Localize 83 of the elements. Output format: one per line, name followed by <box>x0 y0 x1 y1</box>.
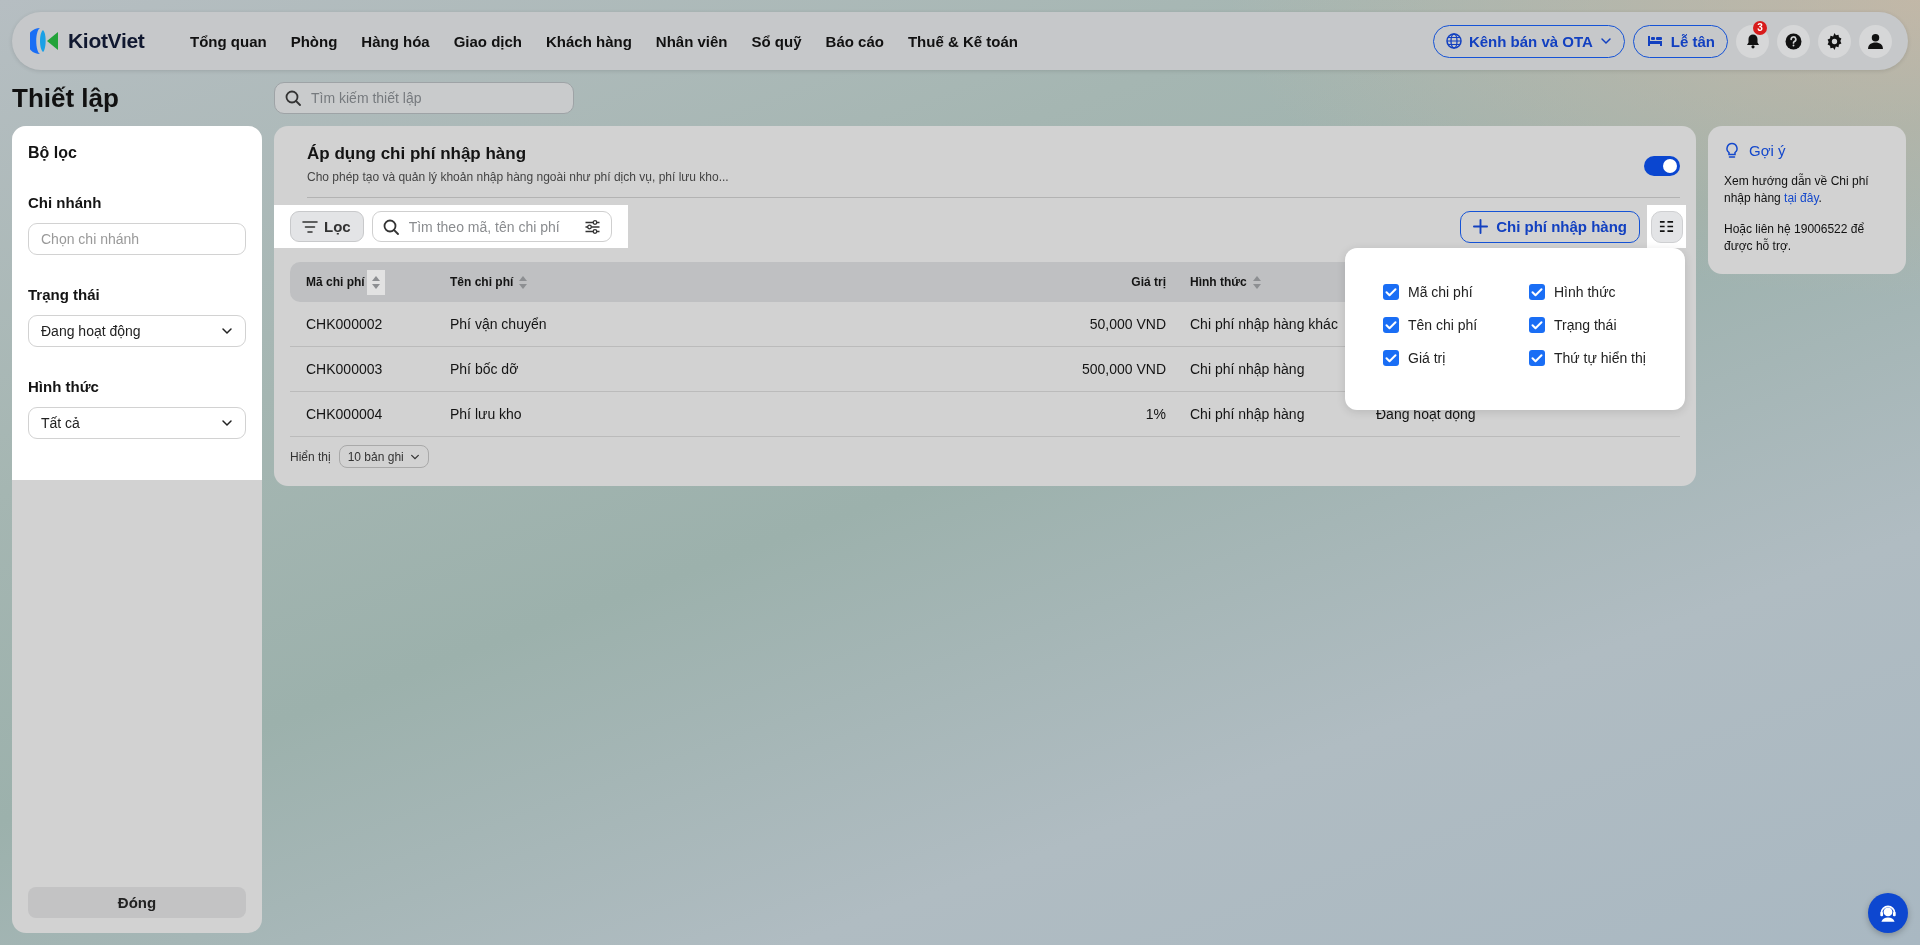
setting-title: Áp dụng chi phí nhập hàng <box>307 144 528 164</box>
search-icon <box>382 218 399 235</box>
add-cost-button[interactable]: Chi phí nhập hàng <box>1460 210 1640 243</box>
table-cell-text: CHK000003 <box>306 361 384 377</box>
table-cell-text: 500,000 VND <box>1080 361 1166 377</box>
logo-text: KiotViet <box>68 29 145 53</box>
table-cell-text: Phí bốc dỡ <box>450 361 520 377</box>
help-icon <box>1785 32 1802 50</box>
column-option[interactable]: Giá trị <box>1383 350 1529 366</box>
column-header[interactable]: Mã chi phí <box>306 275 365 289</box>
search-field[interactable]: Tìm theo mã, tên chi phí <box>371 211 612 242</box>
table-cell-text: 50,000 VND <box>1088 316 1166 332</box>
account-button[interactable] <box>1859 24 1892 58</box>
nav-link[interactable]: Sổ quỹ <box>739 32 814 50</box>
sliders-icon <box>583 218 601 235</box>
table-cell-text: Chi phí nhập hàng <box>1189 406 1306 422</box>
help-button[interactable] <box>1777 24 1810 58</box>
chevron-down-icon <box>1599 35 1612 47</box>
logo-icon <box>30 26 60 56</box>
checkbox[interactable] <box>1383 350 1399 366</box>
chevron-down-icon <box>221 325 233 337</box>
search-field[interactable]: Tìm kiếm thiết lập <box>274 82 574 114</box>
nav-link[interactable]: Báo cáo <box>813 32 896 50</box>
column-header[interactable]: Tên chi phí <box>450 275 514 289</box>
columns-icon <box>1659 219 1674 234</box>
column-header[interactable]: Hình thức <box>1190 275 1247 289</box>
panel-title: Bộ lọc <box>28 144 78 162</box>
filter-icon <box>302 218 318 235</box>
field-label: Hình thức <box>28 378 100 395</box>
lightbulb-icon <box>1724 142 1740 159</box>
chevron-down-icon <box>221 417 233 429</box>
page-title: Thiết lập <box>12 82 120 114</box>
contact-text: Hoặc liên hệ 19006522 để được hỗ trợ. <box>1724 221 1866 255</box>
bed-icon <box>1645 33 1664 49</box>
nav-link[interactable]: Hàng hóa <box>349 32 442 50</box>
dropdown[interactable]: Tất cả <box>28 407 246 439</box>
nav-link[interactable]: Nhân viên <box>643 32 740 50</box>
nav-link[interactable]: Khách hàng <box>534 32 644 50</box>
support-button[interactable] <box>1868 893 1908 933</box>
nav-link[interactable]: Thuế & Kế toán <box>895 32 1030 50</box>
column-option[interactable]: Trạng thái <box>1529 317 1679 333</box>
checkbox[interactable] <box>1383 284 1399 300</box>
column-option[interactable]: Mã chi phí <box>1383 284 1529 300</box>
checkbox[interactable] <box>1529 317 1545 333</box>
checkbox[interactable] <box>1529 350 1545 366</box>
hint-text: Xem hướng dẫn về Chi phí nhập hàng tại đây. <box>1724 173 1870 207</box>
setting-description: Cho phép tạo và quản lý khoản nhập hàng ngoài như phí dịch vụ, phí lưu kho... <box>307 170 729 184</box>
page-size-dropdown[interactable]: 10 bản ghi <box>338 445 429 468</box>
notification-badge: 3 <box>1753 20 1767 35</box>
nav-link[interactable]: Tổng quan <box>178 32 279 50</box>
settings-icon <box>1826 32 1843 50</box>
table-cell-text: Phí lưu kho <box>450 406 523 422</box>
table-cell-text: Chi phí nhập hàng khác <box>1189 316 1339 332</box>
search-icon <box>285 90 301 106</box>
field-label: Chi nhánh <box>28 194 103 211</box>
checkbox[interactable] <box>1383 317 1399 333</box>
table-cell-text: Phí vận chuyển <box>450 316 548 332</box>
filter-button[interactable]: Lọc <box>290 211 364 242</box>
nav-link[interactable]: Giao dịch <box>441 32 534 50</box>
checkbox[interactable] <box>1529 284 1545 300</box>
column-header[interactable]: Giá trị <box>1131 275 1166 289</box>
plus-icon <box>1473 219 1489 234</box>
table-cell-text: 1% <box>1144 406 1166 422</box>
nav-link[interactable]: Phòng <box>278 32 350 50</box>
globe-icon <box>1445 33 1462 49</box>
column-option[interactable]: Hình thức <box>1529 284 1679 300</box>
column-option[interactable]: Thứ tự hiển thị <box>1529 350 1679 366</box>
table-cell-text: CHK000004 <box>306 406 384 422</box>
guide-link[interactable]: tại đây <box>1784 191 1819 205</box>
page-size-label: Hiển thị <box>290 449 331 464</box>
dropdown[interactable]: Đang hoạt động <box>28 315 246 347</box>
bell-icon <box>1744 33 1761 49</box>
table-cell-text: Chi phí nhập hàng <box>1189 361 1306 377</box>
close-button[interactable]: Đóng <box>28 887 246 918</box>
user-icon <box>1867 32 1884 50</box>
field-label: Trạng thái <box>28 286 101 303</box>
table-cell-text: CHK000002 <box>306 316 384 332</box>
notification-button[interactable]: 3 <box>1736 24 1769 58</box>
hint-title: Gợi ý <box>1749 142 1786 159</box>
toggle-switch[interactable] <box>1644 156 1680 176</box>
settings-button[interactable] <box>1818 24 1851 58</box>
input-field[interactable]: Chọn chi nhánh <box>28 223 246 255</box>
column-option[interactable]: Tên chi phí <box>1383 317 1529 333</box>
